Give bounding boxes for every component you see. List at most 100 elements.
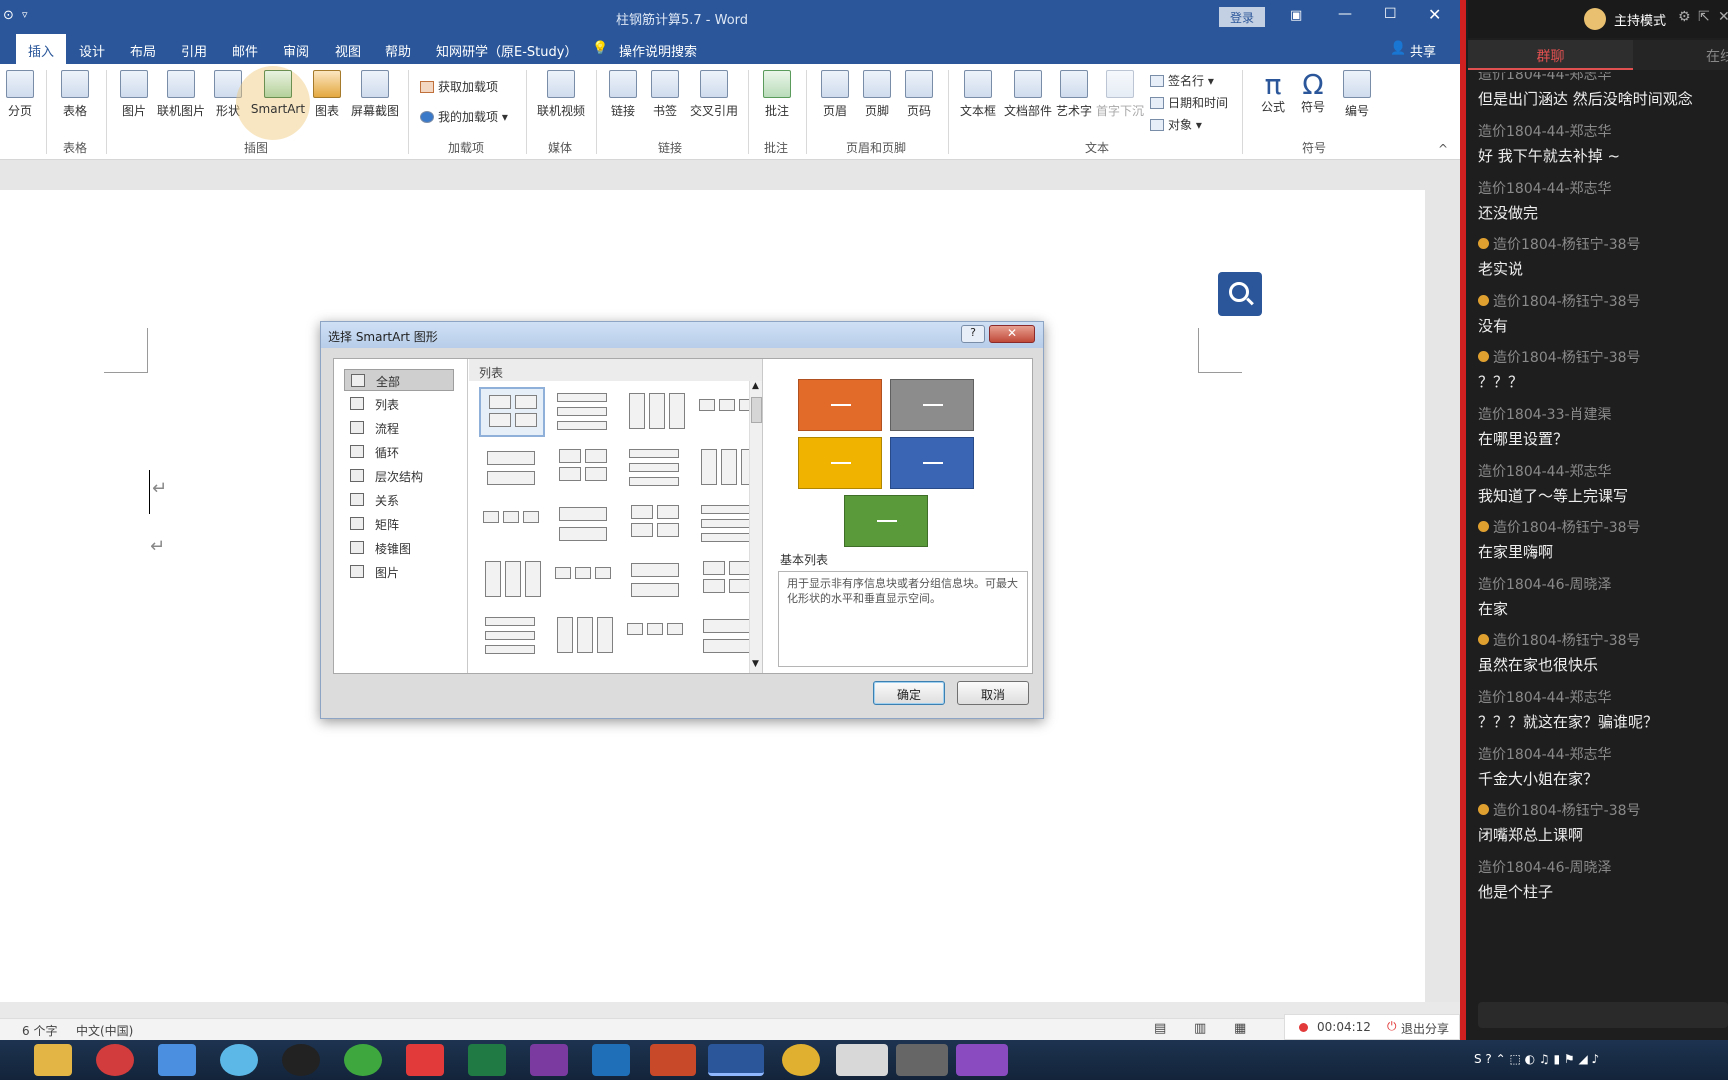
page-break-button[interactable]: 分页 bbox=[2, 70, 38, 119]
footer-button[interactable]: 页脚 bbox=[860, 70, 894, 119]
object-button[interactable]: 对象 ▾ bbox=[1150, 116, 1202, 133]
netease-music-icon[interactable] bbox=[96, 1044, 134, 1076]
date-time-button[interactable]: 日期和时间 bbox=[1150, 94, 1228, 111]
tab-mailings[interactable]: 邮件 bbox=[232, 41, 258, 60]
smartart-button[interactable]: SmartArt bbox=[250, 70, 306, 116]
quick-parts-button[interactable]: 文档部件 bbox=[1002, 70, 1054, 119]
close-icon[interactable]: ✕ bbox=[1428, 5, 1441, 24]
layout-thumbnail[interactable] bbox=[551, 611, 617, 661]
tab-references[interactable]: 引用 bbox=[181, 41, 207, 60]
word-count[interactable]: 6 个字 bbox=[22, 1022, 57, 1039]
bookmark-button[interactable]: 书签 bbox=[648, 70, 682, 119]
ok-button[interactable]: 确定 bbox=[873, 681, 945, 705]
tab-review[interactable]: 审阅 bbox=[283, 41, 309, 60]
scroll-thumb[interactable] bbox=[751, 397, 762, 423]
layout-thumbnail[interactable] bbox=[551, 443, 617, 493]
category-list[interactable]: 列表 bbox=[344, 393, 454, 415]
layout-thumbnail[interactable] bbox=[623, 611, 689, 661]
classroom-icon[interactable] bbox=[896, 1044, 948, 1076]
category-picture[interactable]: 图片 bbox=[344, 561, 454, 583]
page-number-button[interactable]: 页码 bbox=[902, 70, 936, 119]
save-icon[interactable]: ⊙ bbox=[3, 8, 14, 23]
category-matrix[interactable]: 矩阵 bbox=[344, 513, 454, 535]
my-addins-button[interactable]: 我的加载项 ▾ bbox=[420, 108, 508, 125]
layout-thumbnail[interactable] bbox=[479, 443, 545, 493]
close-icon[interactable]: ✕ bbox=[1718, 9, 1728, 25]
textbox-button[interactable]: 文本框 bbox=[958, 70, 998, 119]
cross-reference-button[interactable]: 交叉引用 bbox=[687, 70, 741, 119]
exit-share-button[interactable]: 退出分享 bbox=[1401, 1020, 1449, 1037]
baidu-netdisk-icon[interactable] bbox=[158, 1044, 196, 1076]
help-button[interactable]: ? bbox=[961, 325, 985, 343]
layout-thumbnail[interactable] bbox=[623, 443, 689, 493]
layout-thumbnail[interactable] bbox=[551, 499, 617, 549]
tab-help[interactable]: 帮助 bbox=[385, 41, 411, 60]
language-indicator[interactable]: 中文(中国) bbox=[76, 1022, 133, 1039]
tab-layout[interactable]: 布局 bbox=[130, 41, 156, 60]
powerpoint-icon[interactable] bbox=[650, 1044, 696, 1076]
pdf-icon[interactable] bbox=[956, 1044, 1008, 1076]
picture-button[interactable]: 图片 bbox=[117, 70, 151, 119]
graduation-app-icon[interactable] bbox=[836, 1044, 888, 1076]
read-mode-icon[interactable]: ▤ bbox=[1154, 1021, 1166, 1036]
numbering-button[interactable]: 编号 bbox=[1340, 70, 1374, 119]
category-relationship[interactable]: 关系 bbox=[344, 489, 454, 511]
layout-thumbnail[interactable] bbox=[623, 499, 689, 549]
settings-icon[interactable]: ⚙ bbox=[1678, 9, 1691, 25]
tab-online[interactable]: 在线 bbox=[1706, 46, 1728, 66]
tab-cnki-estudy[interactable]: 知网研学（原E-Study） bbox=[436, 41, 577, 60]
equation-button[interactable]: π 公式 bbox=[1256, 68, 1290, 115]
onenote-icon[interactable] bbox=[530, 1044, 568, 1076]
symbol-button[interactable]: Ω 符号 bbox=[1296, 68, 1330, 115]
collapse-ribbon-icon[interactable]: ^ bbox=[1438, 142, 1448, 156]
layout-thumbnail[interactable] bbox=[479, 555, 545, 605]
comment-button[interactable]: 批注 bbox=[760, 70, 794, 119]
category-process[interactable]: 流程 bbox=[344, 417, 454, 439]
layout-thumbnail[interactable] bbox=[479, 611, 545, 661]
scroll-up-icon[interactable]: ▲ bbox=[752, 381, 759, 391]
minimize-icon[interactable]: — bbox=[1338, 6, 1352, 22]
ribbon-display-icon[interactable]: ▣ bbox=[1290, 8, 1302, 23]
layout-thumbnail[interactable] bbox=[551, 555, 617, 605]
online-video-button[interactable]: 联机视频 bbox=[534, 70, 588, 119]
online-picture-button[interactable]: 联机图片 bbox=[155, 70, 207, 119]
category-all[interactable]: 全部 bbox=[344, 369, 454, 391]
layout-thumbnail[interactable] bbox=[479, 499, 545, 549]
cancel-button[interactable]: 取消 bbox=[957, 681, 1029, 705]
jiang-app-icon[interactable] bbox=[406, 1044, 444, 1076]
outlook-icon[interactable] bbox=[592, 1044, 630, 1076]
qq-icon[interactable] bbox=[282, 1044, 320, 1076]
tell-me-search[interactable]: 操作说明搜索 bbox=[619, 41, 697, 60]
category-hierarchy[interactable]: 层次结构 bbox=[344, 465, 454, 487]
tab-view[interactable]: 视图 bbox=[335, 41, 361, 60]
host-mode-label[interactable]: 主持模式 bbox=[1614, 10, 1666, 29]
layout-thumbnail[interactable] bbox=[479, 387, 545, 437]
login-button[interactable]: 登录 bbox=[1219, 7, 1265, 27]
web-layout-icon[interactable]: ▦ bbox=[1234, 1021, 1246, 1036]
signature-line-button[interactable]: 签名行 ▾ bbox=[1150, 72, 1214, 89]
wechat-icon[interactable] bbox=[344, 1044, 382, 1076]
category-pyramid[interactable]: 棱锥图 bbox=[344, 537, 454, 559]
system-tray-icons[interactable]: S ? ⌃ ⬚ ◐ ♫ ▮ ⚑ ◢ ♪ bbox=[1474, 1052, 1599, 1066]
table-button[interactable]: 表格 bbox=[58, 70, 92, 119]
tab-group-chat[interactable]: 群聊 bbox=[1468, 40, 1633, 70]
wordart-button[interactable]: 艺术字 bbox=[1054, 70, 1094, 119]
floating-search-button[interactable] bbox=[1218, 272, 1262, 316]
scroll-down-icon[interactable]: ▼ bbox=[752, 659, 759, 669]
layout-thumbnail[interactable] bbox=[551, 387, 617, 437]
chart-button[interactable]: 图表 bbox=[311, 70, 343, 119]
tab-design[interactable]: 设计 bbox=[79, 41, 105, 60]
file-explorer-icon[interactable] bbox=[34, 1044, 72, 1076]
chrome-icon[interactable] bbox=[782, 1044, 820, 1076]
tab-insert[interactable]: 插入 bbox=[16, 34, 67, 64]
dialog-close-icon[interactable]: ✕ bbox=[989, 325, 1035, 343]
get-addins-button[interactable]: 获取加载项 bbox=[420, 78, 498, 95]
gallery-scrollbar[interactable]: ▲ ▼ bbox=[749, 381, 762, 673]
chat-input[interactable] bbox=[1478, 1002, 1728, 1028]
excel-icon[interactable] bbox=[468, 1044, 506, 1076]
layout-thumbnail[interactable] bbox=[623, 387, 689, 437]
popout-icon[interactable]: ⇱ bbox=[1698, 9, 1710, 25]
layout-thumbnail[interactable] bbox=[623, 555, 689, 605]
print-layout-icon[interactable]: ▥ bbox=[1194, 1021, 1206, 1036]
category-cycle[interactable]: 循环 bbox=[344, 441, 454, 463]
